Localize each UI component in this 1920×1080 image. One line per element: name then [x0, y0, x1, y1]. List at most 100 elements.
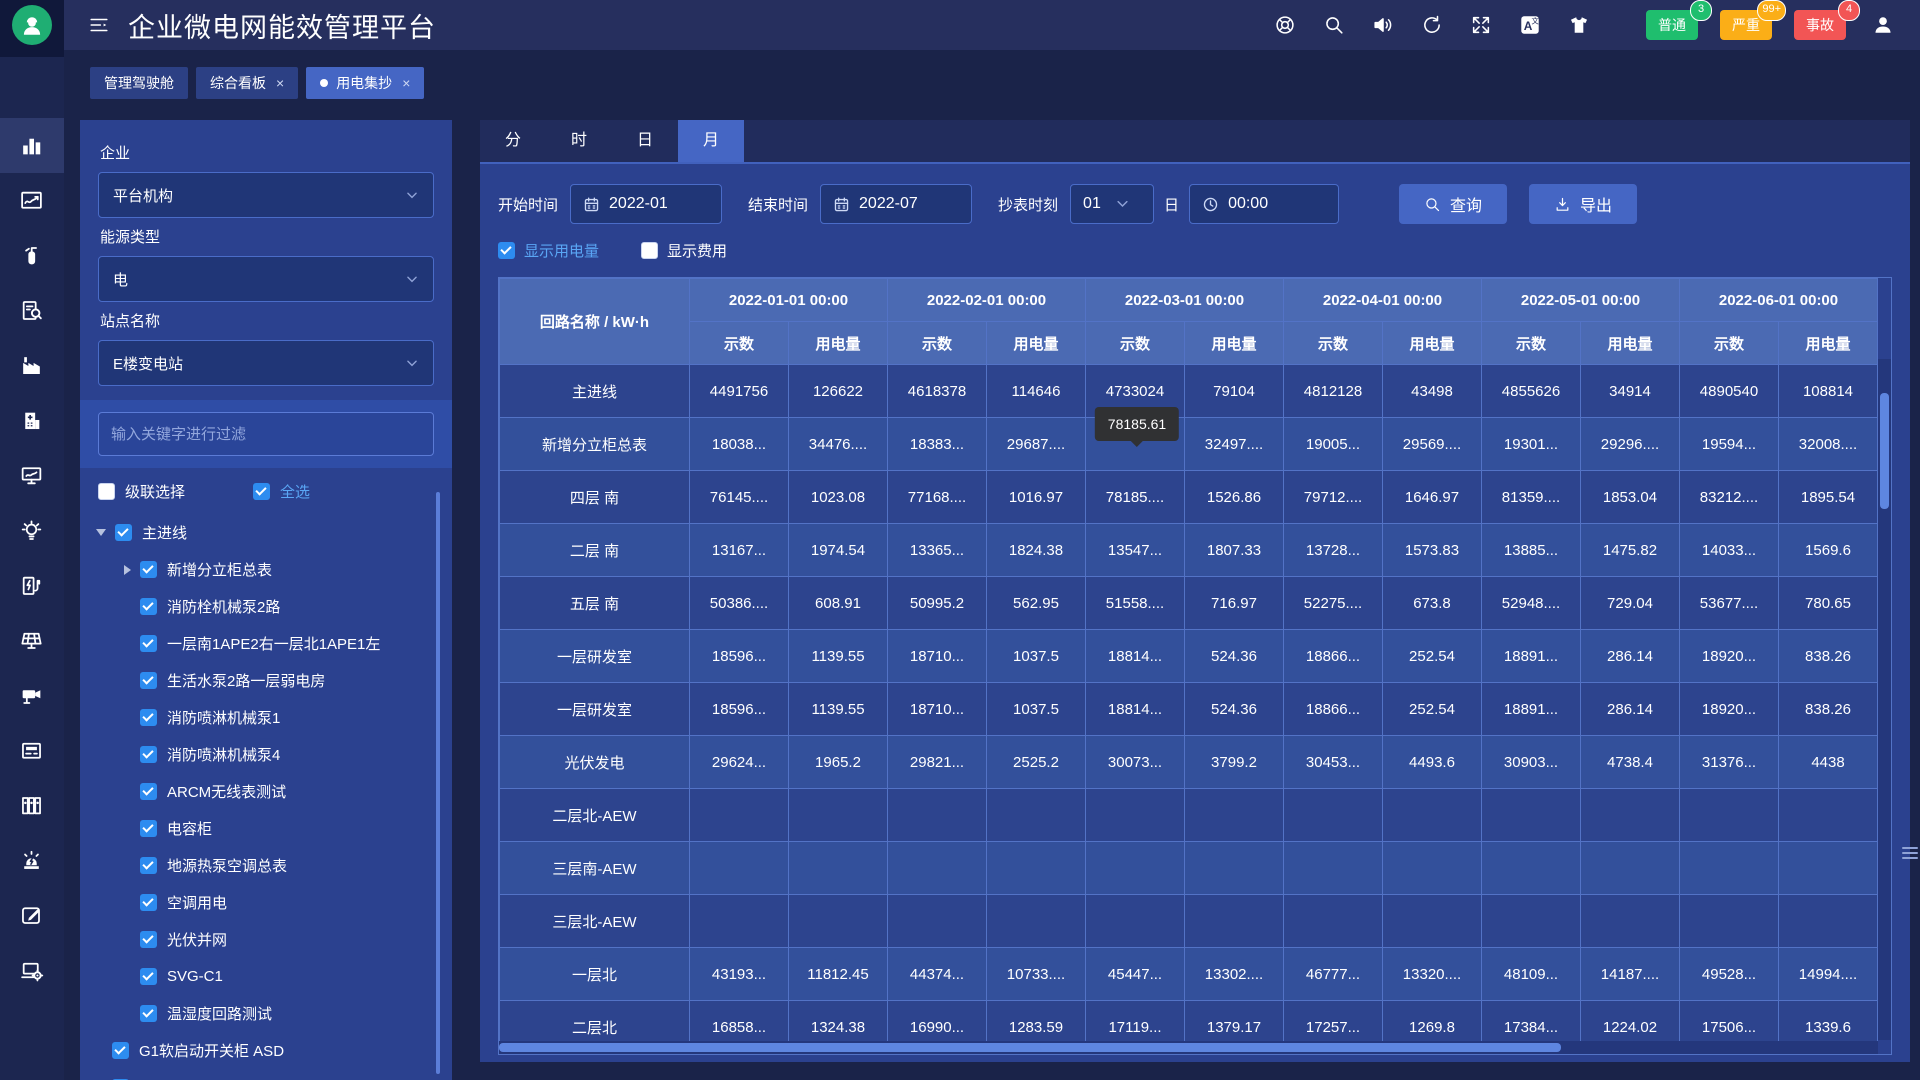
export-button[interactable]: 导出 [1529, 184, 1637, 224]
query-toolbar: 开始时间 2022-01 结束时间 2022-07 抄表时刻 01 日 00:0… [480, 164, 1910, 238]
breadcrumb-tab[interactable]: 管理驾驶舱 [90, 67, 188, 99]
theme-icon[interactable] [1568, 14, 1590, 36]
tree-checkbox[interactable] [140, 635, 157, 652]
tree-node[interactable]: 新增分立柜总表 [80, 551, 452, 588]
sidebar-item-bulb[interactable] [0, 503, 64, 558]
sidebar-item-laptop-gear[interactable] [0, 943, 64, 998]
alarm-badge[interactable]: 事故4 [1794, 10, 1846, 40]
tree-checkbox[interactable] [140, 561, 157, 578]
panel-collapse-handle[interactable] [1902, 838, 1918, 868]
tree-checkbox[interactable] [140, 857, 157, 874]
sidebar-item-trend-chart[interactable] [0, 173, 64, 228]
tree-node[interactable]: 2G2进线柜 PZ [80, 1069, 452, 1080]
row-name-cell: 一层北 [500, 948, 690, 1001]
fullscreen-icon[interactable] [1470, 14, 1492, 36]
breadcrumb-tab[interactable]: 综合看板× [196, 67, 298, 99]
tree-checkbox[interactable] [140, 783, 157, 800]
horizontal-scroll-thumb[interactable] [499, 1043, 1561, 1052]
table-horizontal-scrollbar[interactable] [499, 1041, 1878, 1054]
table-cell [690, 789, 789, 842]
tree-node[interactable]: 空调用电 [80, 884, 452, 921]
tree-node[interactable]: 主进线 [80, 514, 452, 551]
period-tab-分[interactable]: 分 [480, 120, 546, 162]
alarm-badge[interactable]: 普通3 [1646, 10, 1698, 40]
show-energy-toggle[interactable]: 显示用电量 [498, 240, 599, 261]
checkbox[interactable] [641, 242, 658, 259]
start-date-input[interactable]: 2022-01 [570, 184, 722, 224]
sound-icon[interactable] [1372, 14, 1394, 36]
tree-checkbox[interactable] [140, 931, 157, 948]
tree-checkbox[interactable] [140, 968, 157, 985]
select-all-checkbox[interactable] [253, 483, 270, 500]
tree-node-label: 地源热泵空调总表 [167, 855, 287, 876]
tree-node[interactable]: ARCM无线表测试 [80, 773, 452, 810]
table-vertical-scrollbar[interactable] [1878, 359, 1891, 1040]
query-button[interactable]: 查询 [1399, 184, 1507, 224]
sidebar-item-meter[interactable] [0, 723, 64, 778]
vertical-scroll-thumb[interactable] [1880, 393, 1889, 509]
menu-toggle-icon[interactable] [88, 14, 110, 36]
sidebar-item-ev-charger[interactable] [0, 558, 64, 613]
tree-node[interactable]: 温湿度回路测试 [80, 995, 452, 1032]
sidebar-item-solar-panel[interactable] [0, 613, 64, 668]
tree-scrollbar[interactable] [436, 492, 440, 1074]
app-logo[interactable] [0, 0, 64, 57]
tree-checkbox[interactable] [140, 894, 157, 911]
show-cost-toggle[interactable]: 显示费用 [641, 240, 727, 261]
tree-node[interactable]: 光伏并网 [80, 921, 452, 958]
period-tab-时[interactable]: 时 [546, 120, 612, 162]
sidebar-item-building[interactable] [0, 393, 64, 448]
tree-checkbox[interactable] [140, 1005, 157, 1022]
close-icon[interactable]: × [276, 76, 284, 90]
station-select[interactable]: E楼变电站 [98, 340, 434, 386]
tree-checkbox[interactable] [112, 1042, 129, 1059]
sidebar-item-monitor-chart[interactable] [0, 448, 64, 503]
sidebar-item-inspection[interactable] [0, 283, 64, 338]
cascade-checkbox[interactable] [98, 483, 115, 500]
chevron-right-icon[interactable] [124, 565, 131, 575]
sidebar-item-fire-extinguisher[interactable] [0, 228, 64, 283]
select-all[interactable]: 全选 [253, 481, 310, 502]
tree-node[interactable]: 消防喷淋机械泵4 [80, 736, 452, 773]
tree-checkbox[interactable] [115, 524, 132, 541]
sidebar-item-bar-chart[interactable] [0, 118, 64, 173]
table-cell: 1974.54 [789, 524, 888, 577]
translate-icon[interactable]: A文 [1519, 14, 1541, 36]
chevron-down-icon[interactable] [96, 529, 106, 536]
tree-node[interactable]: 生活水泵2路一层弱电房 [80, 662, 452, 699]
tree-checkbox[interactable] [140, 672, 157, 689]
meter-time-input[interactable]: 00:00 [1189, 184, 1339, 224]
end-date-input[interactable]: 2022-07 [820, 184, 972, 224]
enterprise-select[interactable]: 平台机构 [98, 172, 434, 218]
search-icon[interactable] [1323, 14, 1345, 36]
tree-filter-input[interactable] [98, 412, 434, 456]
sidebar-item-cabinet[interactable] [0, 778, 64, 833]
sidebar-item-edit[interactable] [0, 888, 64, 943]
tree-node[interactable]: G1软启动开关柜 ASD [80, 1032, 452, 1069]
tree-node[interactable]: 电容柜 [80, 810, 452, 847]
tree-node[interactable]: 消防栓机械泵2路 [80, 588, 452, 625]
tree-node[interactable]: 一层南1APE2右一层北1APE1左 [80, 625, 452, 662]
tree-node[interactable]: SVG-C1 [80, 958, 452, 995]
period-tab-月[interactable]: 月 [678, 120, 744, 162]
checkbox[interactable] [498, 242, 515, 259]
tree-node[interactable]: 地源热泵空调总表 [80, 847, 452, 884]
tree-checkbox[interactable] [140, 820, 157, 837]
period-tab-日[interactable]: 日 [612, 120, 678, 162]
tree-checkbox[interactable] [140, 709, 157, 726]
refresh-icon[interactable] [1421, 14, 1443, 36]
sidebar-item-camera[interactable] [0, 668, 64, 723]
tree-checkbox[interactable] [140, 746, 157, 763]
meter-day-select[interactable]: 01 [1070, 184, 1154, 224]
table-cell: 46777... [1284, 948, 1383, 1001]
close-icon[interactable]: × [402, 76, 410, 90]
sidebar-item-factory[interactable] [0, 338, 64, 393]
alarm-badge[interactable]: 严重99+ [1720, 10, 1772, 40]
energy-type-select[interactable]: 电 [98, 256, 434, 302]
sidebar-item-alarm[interactable] [0, 833, 64, 888]
tree-node[interactable]: 消防喷淋机械泵1 [80, 699, 452, 736]
tree-checkbox[interactable] [140, 598, 157, 615]
breadcrumb-tab[interactable]: 用电集抄× [306, 67, 424, 99]
help-icon[interactable] [1274, 14, 1296, 36]
user-icon[interactable] [1872, 14, 1894, 36]
